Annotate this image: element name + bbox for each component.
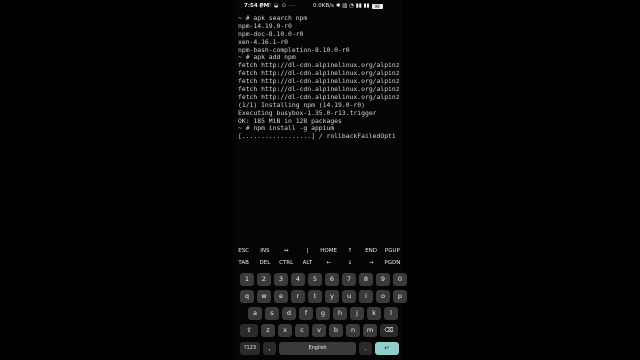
extra-key[interactable]: ↓ <box>339 257 360 269</box>
key[interactable]: n <box>346 324 360 337</box>
key[interactable]: s <box>265 307 279 320</box>
key[interactable]: t <box>308 290 322 303</box>
extra-key[interactable]: TAB <box>233 257 254 269</box>
keyboard-row-z-letters: zxcvbnm <box>261 324 377 337</box>
status-right: 0.0KB/s ✱ ▥ ◔ ▮▮ ▮▮ 98 <box>313 3 383 9</box>
extra-key[interactable]: → <box>361 257 382 269</box>
comma-key[interactable]: , <box>263 342 276 355</box>
key[interactable]: 3 <box>274 273 288 286</box>
key[interactable]: m <box>363 324 377 337</box>
key[interactable]: b <box>329 324 343 337</box>
key[interactable]: a <box>248 307 262 320</box>
period-key[interactable]: . <box>359 342 372 355</box>
terminal-line: (1/1) Installing npm (14.19.0-r0) <box>238 101 365 109</box>
extra-keys-bar: ESC INS ↔ | HOME ↑ END PGUP TAB DEL CTRL ALT ← ↓ → PGD… <box>233 245 403 269</box>
extra-key[interactable]: ESC <box>233 245 254 257</box>
status-bar: 7:54 PM ◎ ✆ ◒ ⊙ ··· 0.0KB/s ✱ ▥ ◔ ▮▮ ▮▮ … <box>233 2 403 12</box>
key[interactable]: 6 <box>325 273 339 286</box>
extra-key[interactable]: INS <box>254 245 275 257</box>
key[interactable]: p <box>393 290 407 303</box>
key[interactable]: w <box>257 290 271 303</box>
key[interactable]: r <box>291 290 305 303</box>
key[interactable]: u <box>342 290 356 303</box>
terminal-line: fetch http://dl-cdn.alpinelinux.org/alpi… <box>238 78 400 86</box>
key[interactable]: f <box>299 307 313 320</box>
key[interactable]: 1 <box>240 273 254 286</box>
terminal-line: fetch http://dl-cdn.alpinelinux.org/alpi… <box>238 86 400 94</box>
terminal-line: xen-4.16.1-r0 <box>238 38 289 46</box>
terminal-line: npm-14.19.0-r0 <box>238 22 292 30</box>
notification-icons: ◎ ✆ ◒ ⊙ ··· <box>259 3 296 9</box>
key[interactable]: q <box>240 290 254 303</box>
key[interactable]: 9 <box>376 273 390 286</box>
key[interactable]: l <box>384 307 398 320</box>
extra-keys-row-2: TAB DEL CTRL ALT ← ↓ → PGDN <box>233 257 403 269</box>
terminal-line: fetch http://dl-cdn.alpinelinux.org/alpi… <box>238 70 400 78</box>
keyboard-row-q: qwertyuiop <box>240 290 407 303</box>
terminal-line: [..................] / rollbackFailedOpt… <box>238 133 396 141</box>
keyboard-bottom-row: ?123 , English . ↵ <box>240 342 399 355</box>
key[interactable]: 5 <box>308 273 322 286</box>
key[interactable]: 7 <box>342 273 356 286</box>
enter-key[interactable]: ↵ <box>375 342 399 355</box>
keyboard-number-row: 1234567890 <box>240 273 407 286</box>
extra-key[interactable]: CTRL <box>276 257 297 269</box>
signal-icons: ✱ ▥ ◔ ▮▮ ▮▮ <box>335 3 370 9</box>
battery-icon: 98 <box>371 3 383 9</box>
extra-key[interactable]: PGUP <box>382 245 403 257</box>
keyboard-row-z: ⇧ zxcvbnm ⌫ <box>240 324 398 337</box>
terminal-line: OK: 185 MiB in 128 packages <box>238 117 342 125</box>
extra-key[interactable]: ↔ <box>276 245 297 257</box>
extra-key[interactable]: ALT <box>297 257 318 269</box>
key[interactable]: z <box>261 324 275 337</box>
terminal-line: npm-doc-8.10.0-r0 <box>238 30 304 38</box>
key[interactable]: 8 <box>359 273 373 286</box>
keyboard-row-a: asdfghjkl <box>248 307 398 320</box>
terminal-line: npm-bash-completion-8.10.0-r0 <box>238 46 350 54</box>
extra-key[interactable]: ↑ <box>339 245 360 257</box>
terminal-line: fetch http://dl-cdn.alpinelinux.org/alpi… <box>238 93 400 101</box>
extra-key[interactable]: END <box>361 245 382 257</box>
key[interactable]: v <box>312 324 326 337</box>
extra-keys-row-1: ESC INS ↔ | HOME ↑ END PGUP <box>233 245 403 257</box>
key[interactable]: h <box>333 307 347 320</box>
terminal-output[interactable]: ~ # apk search npm npm-14.19.0-r0 npm-doc-… <box>238 15 403 141</box>
space-key[interactable]: English <box>279 342 356 355</box>
key[interactable]: g <box>316 307 330 320</box>
symbols-key[interactable]: ?123 <box>240 342 260 355</box>
terminal-line: ~ # npm install -g appium <box>238 125 335 133</box>
key[interactable]: 2 <box>257 273 271 286</box>
key[interactable]: e <box>274 290 288 303</box>
backspace-key[interactable]: ⌫ <box>380 324 398 337</box>
key[interactable]: x <box>278 324 292 337</box>
key[interactable]: 0 <box>393 273 407 286</box>
extra-key[interactable]: | <box>297 245 318 257</box>
key[interactable]: j <box>350 307 364 320</box>
terminal-line: ~ # apk search npm <box>238 15 308 22</box>
extra-key[interactable]: PGDN <box>382 257 403 269</box>
terminal-line: Executing busybox-1.35.0-r13.trigger <box>238 109 377 117</box>
terminal-line: fetch http://dl-cdn.alpinelinux.org/alpi… <box>238 62 400 70</box>
key[interactable]: o <box>376 290 390 303</box>
key[interactable]: c <box>295 324 309 337</box>
extra-key[interactable]: HOME <box>318 245 339 257</box>
key[interactable]: k <box>367 307 381 320</box>
key[interactable]: d <box>282 307 296 320</box>
terminal-line: ~ # apk add npm <box>238 54 296 62</box>
key[interactable]: 4 <box>291 273 305 286</box>
extra-key[interactable]: ← <box>318 257 339 269</box>
phone-screen: 7:54 PM ◎ ✆ ◒ ⊙ ··· 0.0KB/s ✱ ▥ ◔ ▮▮ ▮▮ … <box>233 0 407 360</box>
key[interactable]: i <box>359 290 373 303</box>
network-speed: 0.0KB/s <box>313 3 334 9</box>
key[interactable]: y <box>325 290 339 303</box>
shift-key[interactable]: ⇧ <box>240 324 258 337</box>
extra-key[interactable]: DEL <box>254 257 275 269</box>
